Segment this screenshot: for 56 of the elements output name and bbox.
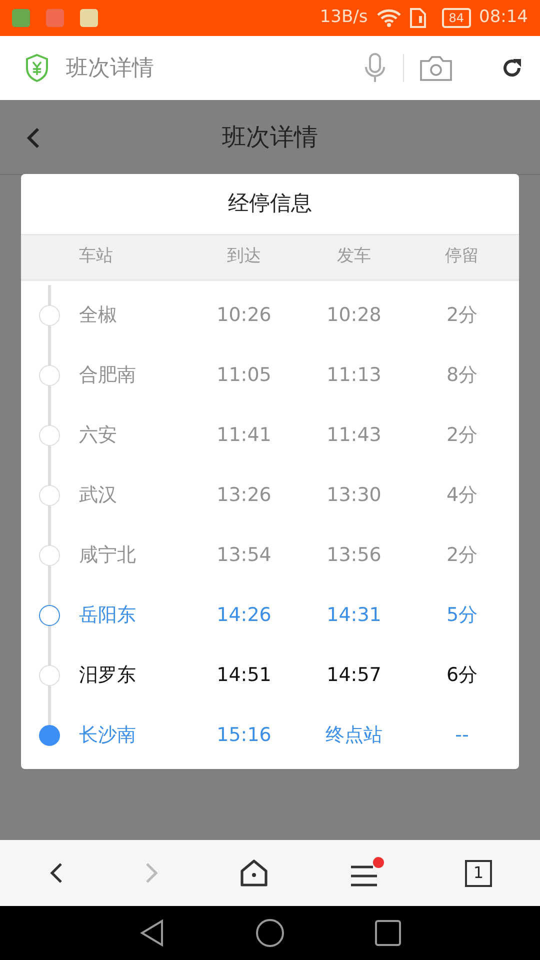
back-icon[interactable] xyxy=(48,861,64,885)
arrival-time: 11:41 xyxy=(216,422,272,448)
departure-time: 14:57 xyxy=(326,662,382,688)
arrival-time: 11:05 xyxy=(216,362,272,388)
stop-duration: -- xyxy=(454,722,470,748)
wifi-icon xyxy=(376,8,402,28)
dialog-title: 经停信息 xyxy=(228,190,312,218)
app-notification-icon xyxy=(80,9,98,27)
arrival-time: 10:26 xyxy=(216,302,272,328)
arrival-time: 14:26 xyxy=(216,602,272,628)
departure-time: 10:28 xyxy=(326,302,382,328)
app-notification-icon xyxy=(12,9,30,27)
column-header: 发车 xyxy=(336,245,372,268)
departure-time: 14:31 xyxy=(326,602,382,628)
battery-level: 84 xyxy=(442,8,471,28)
station-name: 岳阳东 xyxy=(79,602,137,628)
column-header: 车站 xyxy=(79,245,114,268)
stop-duration: 2分 xyxy=(445,542,479,568)
page-title: 班次详情 xyxy=(222,122,318,153)
arrival-time: 14:51 xyxy=(216,662,272,688)
stop-duration: 6分 xyxy=(445,662,479,688)
recent-apps-icon[interactable] xyxy=(375,920,401,946)
station-name: 全椒 xyxy=(79,302,118,328)
shield-yen-icon xyxy=(24,53,50,83)
stop-duration: 2分 xyxy=(445,422,479,448)
tab-count-button[interactable]: 1 xyxy=(465,860,492,886)
stop-duration: 4分 xyxy=(445,482,479,508)
stop-duration: 2分 xyxy=(445,302,479,328)
home-icon[interactable] xyxy=(255,918,285,948)
back-icon[interactable] xyxy=(139,919,165,947)
station-name: 合肥南 xyxy=(79,362,137,388)
arrival-time: 13:26 xyxy=(216,482,272,508)
departure-time: 终点站 xyxy=(324,722,384,748)
stop-duration: 8分 xyxy=(445,362,479,388)
network-speed: 13B/s xyxy=(320,6,368,30)
arrival-time: 13:54 xyxy=(216,542,272,568)
column-header: 停留 xyxy=(444,245,480,268)
column-header: 到达 xyxy=(226,245,262,268)
menu-icon xyxy=(350,864,378,888)
station-name: 武汉 xyxy=(79,482,118,508)
arrival-time: 15:16 xyxy=(216,722,272,748)
departure-time: 13:30 xyxy=(326,482,382,508)
sim-card-icon xyxy=(410,8,426,28)
departure-time: 13:56 xyxy=(326,542,382,568)
station-name: 长沙南 xyxy=(79,722,137,748)
home-icon[interactable] xyxy=(240,859,268,887)
station-name: 六安 xyxy=(79,422,118,448)
clock: 08:14 xyxy=(479,6,528,30)
app-notification-icon xyxy=(46,9,64,27)
station-name: 咸宁北 xyxy=(79,542,137,568)
departure-time: 11:43 xyxy=(326,422,382,448)
station-name: 汨罗东 xyxy=(79,662,137,688)
address-bar-title[interactable]: 班次详情 xyxy=(66,52,154,84)
departure-time: 11:13 xyxy=(326,362,382,388)
camera-icon[interactable] xyxy=(420,55,452,81)
stop-duration: 5分 xyxy=(445,602,479,628)
